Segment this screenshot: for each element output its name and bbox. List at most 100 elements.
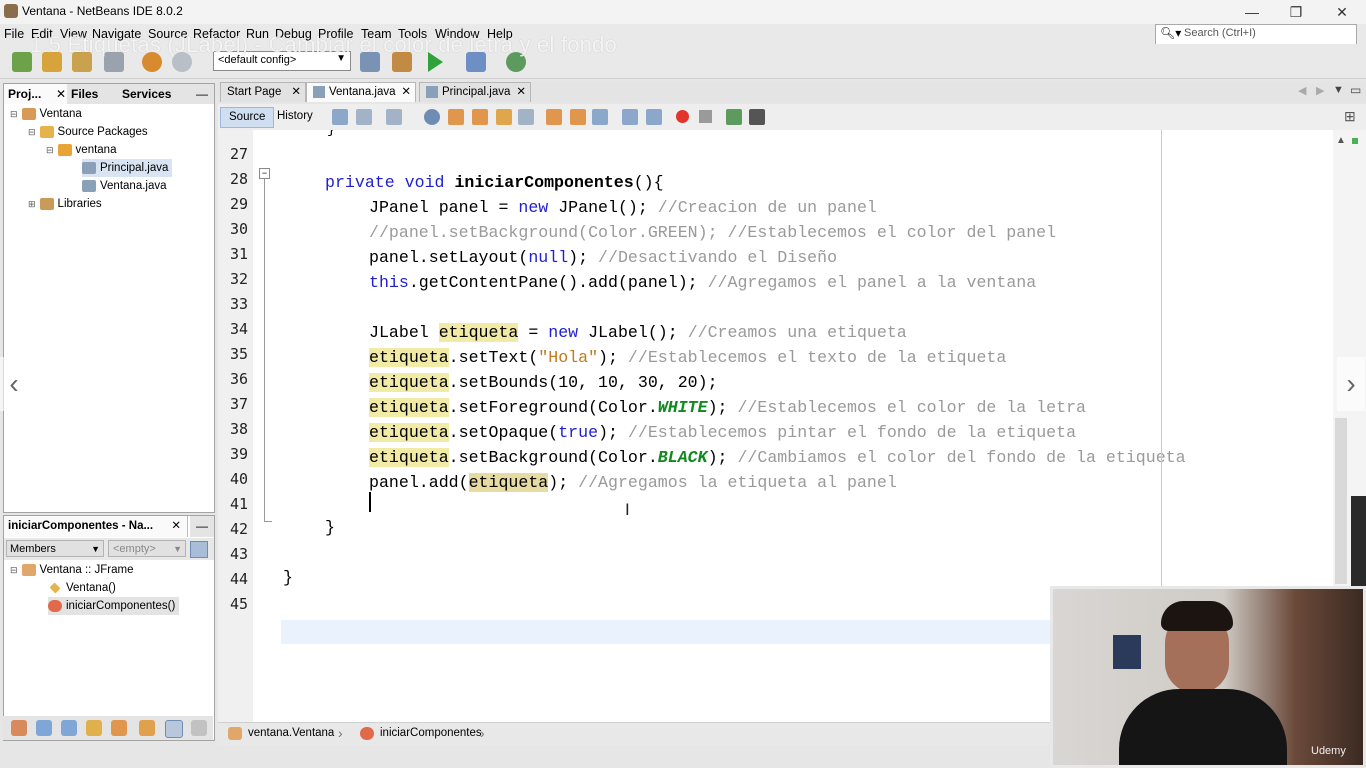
collapse-icon[interactable]: ⊟ [10,109,18,119]
tab-list-icon[interactable]: ▼ [1333,84,1344,96]
minimize-panel-icon[interactable]: — [190,516,214,537]
nav-item-ventana-class[interactable]: ⊟ Ventana :: JFrame [10,561,134,579]
scroll-tabs-left-icon[interactable]: ◀ [1298,84,1306,97]
close-icon[interactable]: ✕ [401,83,411,102]
code-line-35: etiqueta.setText("Hola"); //Establecemos… [369,345,1006,370]
static-filter-icon[interactable] [61,720,77,736]
history-view-button[interactable]: History [269,107,321,126]
sort-alpha-icon[interactable] [191,720,207,736]
close-button[interactable]: ✕ [1327,2,1357,22]
collapse-icon[interactable]: ⊟ [46,145,54,155]
last-edit-icon[interactable] [332,109,348,125]
code-variable: etiqueta [369,423,449,442]
method-icon [48,599,62,612]
expand-icon[interactable]: ⊞ [28,199,36,209]
next-bookmark-icon[interactable] [570,109,586,125]
maximize-editor-icon[interactable]: ▭ [1350,83,1361,97]
navigator-options-icon[interactable] [190,541,208,558]
prev-bookmark-icon[interactable] [546,109,562,125]
code-line-28: private void iniciarComponentes(){ [325,170,664,195]
toggle-bookmark-icon[interactable] [592,109,608,125]
tab-files[interactable]: Files [67,84,118,104]
new-file-icon[interactable] [12,52,32,72]
line-number: 32 [229,270,248,288]
code-variable: etiqueta [369,398,449,417]
video-next-arrow-icon[interactable]: › [1337,357,1365,411]
nav-item-constructor[interactable]: Ventana() [48,579,116,597]
find-prev-icon[interactable] [448,109,464,125]
code-variable: etiqueta [438,323,519,342]
stop-macro-icon[interactable] [699,110,712,123]
tree-item-source-packages[interactable]: ⊟ Source Packages [28,123,148,141]
navigator-tab[interactable]: iniciarComponentes - Na... ✕ [4,516,188,537]
find-icon[interactable] [424,109,440,125]
tab-principal-java[interactable]: Principal.java ✕ [419,82,531,102]
tree-label: Principal.java [100,162,169,174]
rect-select-icon[interactable] [518,109,534,125]
code-comment: //Establecemos el texto de la etiqueta [627,348,1007,367]
tree-item-ventana-project[interactable]: ⊟ Ventana [10,105,82,123]
tree-item-libraries[interactable]: ⊞ Libraries [28,195,102,213]
minimize-panel-icon[interactable]: — [190,84,214,104]
collapse-icon[interactable]: ⊟ [10,565,18,575]
hierarchy-icon[interactable] [11,720,27,736]
fields-filter-icon[interactable] [36,720,52,736]
sort-source-icon[interactable] [165,720,183,738]
tab-ventana-java[interactable]: Ventana.java ✕ [306,82,416,102]
nonpublic-filter-icon[interactable] [86,720,102,736]
close-icon[interactable]: ✕ [56,84,66,104]
maximize-button[interactable]: ❐ [1281,2,1311,22]
comment-icon[interactable] [726,109,742,125]
split-editor-icon[interactable]: ⊞ [1344,108,1356,125]
close-icon[interactable]: ✕ [291,83,301,102]
sort-name-icon[interactable] [139,720,155,736]
nav-item-iniciarcomponentes[interactable]: iniciarComponentes() [48,597,180,615]
line-number: 42 [229,520,248,538]
fold-column: − [253,130,281,722]
uncomment-icon[interactable] [749,109,765,125]
fold-collapse-icon[interactable]: − [259,168,270,179]
tab-services[interactable]: Services [114,84,193,104]
video-prev-arrow-icon[interactable]: ‹ [0,357,28,411]
code-token: JPanel panel = [369,198,519,217]
menu-file[interactable]: File [4,27,24,41]
code-variable: etiqueta [369,373,449,392]
line-number: 45 [229,595,248,613]
close-icon[interactable]: ✕ [516,83,526,102]
tree-item-package-ventana[interactable]: ⊟ ventana [46,141,116,159]
inherited-filter-icon[interactable] [111,720,127,736]
back-icon[interactable] [356,109,372,125]
breadcrumb-class[interactable]: ventana.Ventana [248,727,334,739]
shift-right-icon[interactable] [646,109,662,125]
minimize-button[interactable]: — [1237,2,1267,22]
members-select-value: Members [10,543,56,555]
scroll-up-icon[interactable]: ▲ [1336,135,1346,146]
tab-start-page[interactable]: Start Page ✕ [220,82,306,102]
scrollbar-thumb[interactable] [1335,418,1347,584]
empty-select[interactable]: <empty> ▼ [108,540,186,557]
line-number: 38 [229,420,248,438]
source-view-button[interactable]: Source [220,107,275,128]
search-input[interactable]: 🔍︎▾ Search (Ctrl+I) [1155,24,1357,45]
forward-icon[interactable] [386,109,402,125]
find-next-icon[interactable] [472,109,488,125]
breadcrumb-method[interactable]: iniciarComponentes [380,727,482,739]
tab-projects[interactable]: Proj... ✕ [4,84,71,104]
title-bar: Ventana - NetBeans IDE 8.0.2 — ❐ ✕ [0,0,1366,24]
tree-item-ventana-java[interactable]: Ventana.java [82,177,167,195]
code-token: .setForeground(Color. [448,398,658,417]
members-select[interactable]: Members ▼ [6,540,104,557]
toggle-highlight-icon[interactable] [496,109,512,125]
collapse-icon[interactable]: ⊟ [28,127,36,137]
tree-item-principal-java[interactable]: Principal.java [82,159,173,177]
scroll-tabs-right-icon[interactable]: ▶ [1316,84,1324,97]
close-icon[interactable]: ✕ [171,516,181,537]
tree-label: Source Packages [57,126,148,138]
tree-label: Libraries [57,198,102,210]
navigator-title: iniciarComponentes - Na... [8,520,154,532]
code-token: } [325,518,335,537]
shift-left-icon[interactable] [622,109,638,125]
start-macro-icon[interactable] [676,110,689,123]
mouse-ibeam-cursor: Ⅰ [625,502,630,519]
nav-label: Ventana :: JFrame [39,564,134,576]
